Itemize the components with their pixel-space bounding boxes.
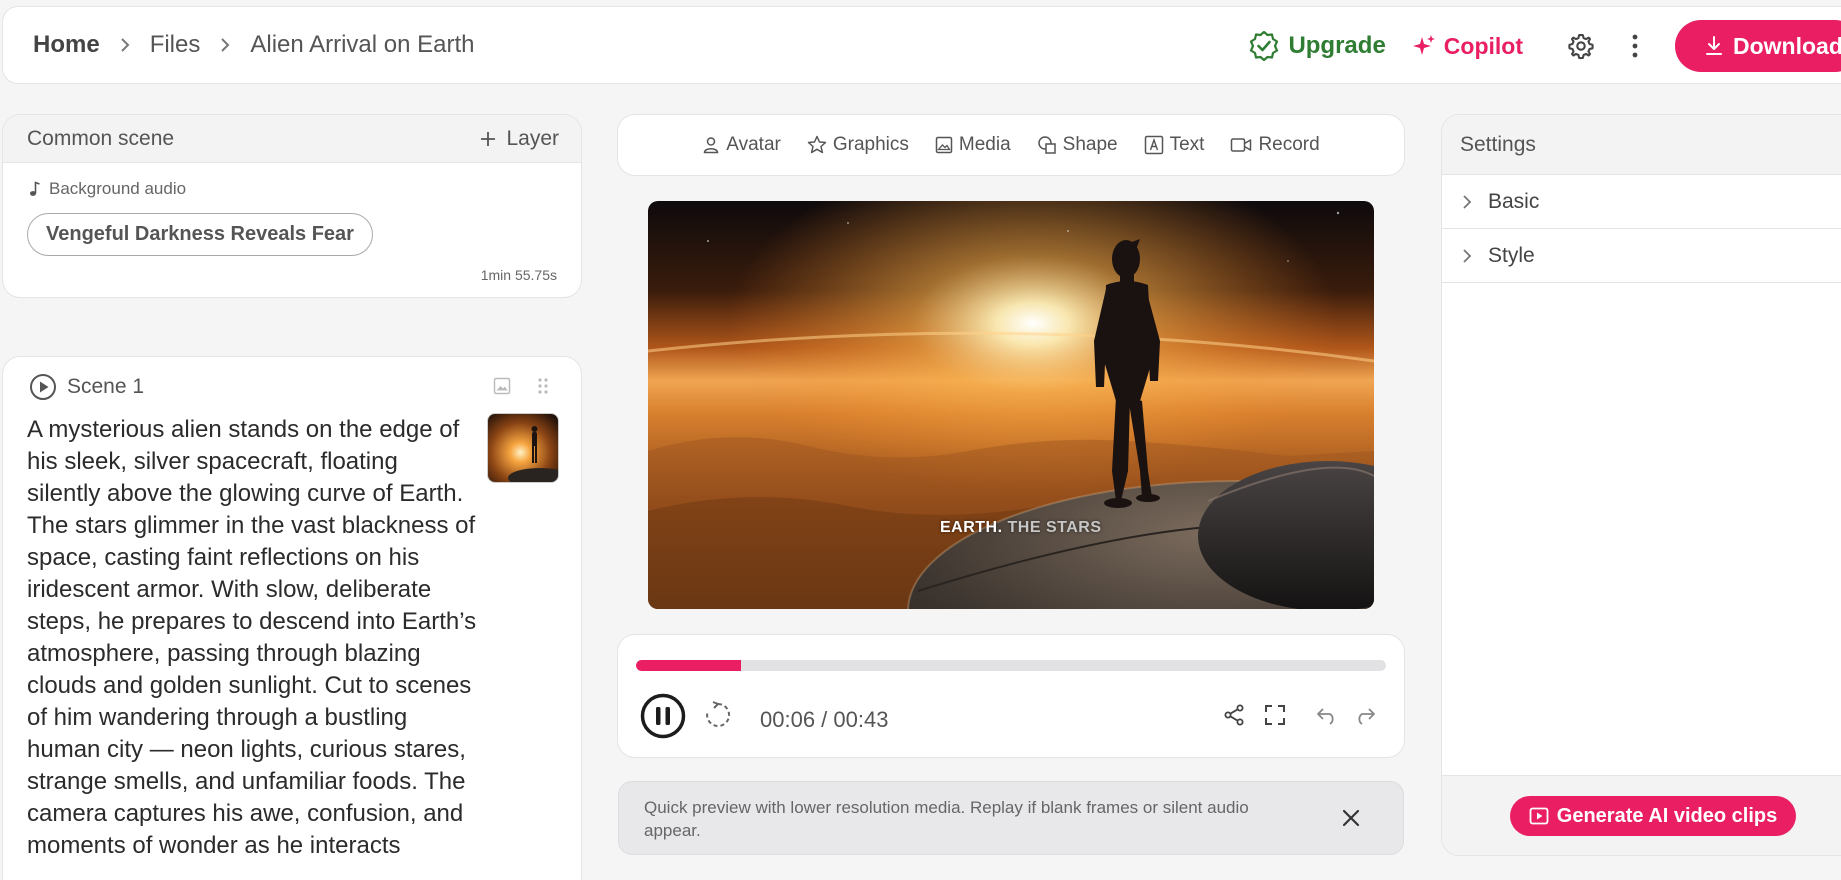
download-button[interactable]: Download bbox=[1675, 20, 1841, 72]
chevron-right-icon bbox=[220, 37, 230, 53]
accordion-basic[interactable]: Basic bbox=[1442, 175, 1841, 229]
top-actions: Upgrade Copilot Download bbox=[1248, 7, 1841, 85]
progress-bar[interactable] bbox=[636, 660, 1386, 671]
breadcrumb-home[interactable]: Home bbox=[33, 31, 100, 59]
preview-notice: Quick preview with lower resolution medi… bbox=[618, 781, 1404, 855]
star-icon bbox=[807, 135, 827, 155]
verified-badge-icon bbox=[1248, 30, 1280, 62]
settings-button[interactable] bbox=[1565, 30, 1597, 62]
shapes-icon bbox=[1037, 135, 1057, 155]
upgrade-label: Upgrade bbox=[1288, 32, 1386, 59]
tool-shape-label: Shape bbox=[1062, 134, 1118, 155]
fullscreen-icon[interactable] bbox=[1264, 704, 1286, 726]
breadcrumb-files[interactable]: Files bbox=[150, 31, 201, 59]
settings-header: Settings bbox=[1442, 115, 1841, 175]
chevron-right-icon bbox=[1462, 194, 1472, 210]
music-note-icon bbox=[29, 181, 41, 197]
tool-graphics[interactable]: Graphics bbox=[807, 134, 909, 156]
preview-image bbox=[648, 201, 1374, 609]
tool-avatar[interactable]: Avatar bbox=[702, 134, 781, 156]
notice-text: Quick preview with lower resolution medi… bbox=[644, 798, 1249, 840]
accordion-style-label: Style bbox=[1488, 243, 1535, 267]
add-layer-button[interactable]: Layer bbox=[480, 127, 559, 151]
drag-handle-icon[interactable] bbox=[537, 377, 549, 395]
accordion-style[interactable]: Style bbox=[1442, 229, 1841, 283]
background-audio-label: Background audio bbox=[29, 179, 581, 199]
image-icon[interactable] bbox=[493, 377, 511, 395]
scene-tools bbox=[493, 377, 549, 395]
close-notice-button[interactable] bbox=[1341, 808, 1361, 828]
download-label: Download bbox=[1733, 32, 1841, 59]
timecode: 00:06 / 00:43 bbox=[760, 707, 889, 732]
scene-card: Scene 1 A mysterious alien stands on the… bbox=[2, 356, 582, 880]
accordion-basic-label: Basic bbox=[1488, 189, 1540, 213]
common-scene-header: Common scene Layer bbox=[3, 115, 581, 163]
settings-footer: Generate AI video clips bbox=[1442, 775, 1841, 855]
person-icon bbox=[702, 136, 720, 154]
chevron-right-icon bbox=[120, 37, 130, 53]
plus-icon bbox=[480, 131, 496, 147]
sparkle-icon bbox=[1412, 34, 1436, 58]
tool-text-label: Text bbox=[1169, 134, 1205, 155]
generate-ai-clips-label: Generate AI video clips bbox=[1556, 804, 1778, 827]
tool-shape[interactable]: Shape bbox=[1037, 134, 1118, 156]
pause-circle-icon bbox=[640, 693, 686, 739]
audio-duration: 1min 55.75s bbox=[480, 267, 557, 283]
chevron-right-icon bbox=[1462, 248, 1472, 264]
replay-icon bbox=[704, 701, 732, 729]
breadcrumb-current: Alien Arrival on Earth bbox=[250, 31, 475, 58]
top-bar: Home Files Alien Arrival on Earth Upgrad… bbox=[2, 6, 1841, 84]
tool-graphics-label: Graphics bbox=[832, 134, 909, 155]
download-icon bbox=[1703, 35, 1725, 57]
caption-main: EARTH. bbox=[940, 519, 1003, 536]
video-play-icon bbox=[1529, 807, 1549, 825]
insert-toolbar: Avatar Graphics Media Shape Text Record bbox=[617, 114, 1405, 176]
video-camera-icon bbox=[1230, 136, 1252, 154]
audio-track-chip[interactable]: Vengeful Darkness Reveals Fear bbox=[27, 213, 373, 256]
caption-sub: THE STARS bbox=[1007, 519, 1102, 536]
close-icon bbox=[1341, 808, 1361, 828]
tool-text[interactable]: Text bbox=[1144, 134, 1205, 156]
text-box-icon bbox=[1144, 135, 1164, 155]
common-scene-title: Common scene bbox=[27, 126, 175, 150]
kebab-icon bbox=[1631, 33, 1639, 59]
add-layer-label: Layer bbox=[506, 126, 559, 150]
breadcrumb: Home Files Alien Arrival on Earth bbox=[33, 31, 474, 59]
share-icon[interactable] bbox=[1222, 703, 1246, 727]
video-preview[interactable]: EARTH. THE STARS bbox=[648, 201, 1374, 609]
redo-icon[interactable] bbox=[1354, 705, 1376, 725]
pause-button[interactable] bbox=[640, 693, 686, 739]
play-circle-icon[interactable] bbox=[29, 373, 57, 401]
tool-media-label: Media bbox=[958, 134, 1011, 155]
tool-media[interactable]: Media bbox=[935, 134, 1011, 156]
tool-avatar-label: Avatar bbox=[726, 134, 781, 155]
upgrade-button[interactable]: Upgrade bbox=[1248, 30, 1386, 62]
gear-icon bbox=[1567, 32, 1595, 60]
image-icon bbox=[935, 136, 953, 154]
scene-script-text[interactable]: A mysterious alien stands on the edge of… bbox=[27, 414, 477, 862]
generate-ai-clips-button[interactable]: Generate AI video clips bbox=[1510, 796, 1796, 836]
background-audio-text: Background audio bbox=[49, 179, 187, 198]
more-button[interactable] bbox=[1619, 30, 1651, 62]
player-actions bbox=[1206, 703, 1376, 727]
player-controls: 00:06 / 00:43 bbox=[617, 634, 1405, 758]
common-scene-panel: Common scene Layer Background audio Veng… bbox=[2, 114, 582, 298]
progress-fill bbox=[636, 660, 741, 671]
scene-title: Scene 1 bbox=[67, 375, 145, 398]
settings-panel: Settings Basic Style Generate AI video c… bbox=[1441, 114, 1841, 856]
tool-record[interactable]: Record bbox=[1230, 134, 1320, 156]
undo-icon[interactable] bbox=[1316, 705, 1338, 725]
tool-record-label: Record bbox=[1258, 134, 1320, 155]
scene-thumbnail[interactable] bbox=[487, 413, 559, 483]
copilot-button[interactable]: Copilot bbox=[1412, 33, 1523, 60]
preview-caption: EARTH. THE STARS bbox=[940, 519, 1102, 537]
copilot-label: Copilot bbox=[1443, 32, 1523, 59]
replay-button[interactable] bbox=[704, 701, 732, 729]
